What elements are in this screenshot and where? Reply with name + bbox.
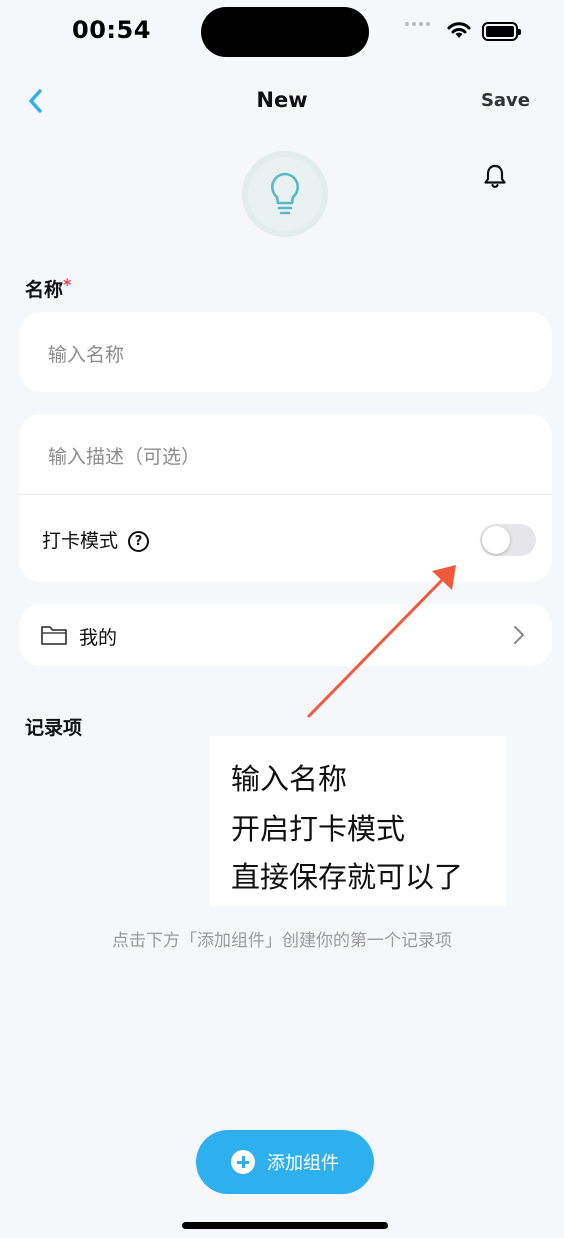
annotation-line-1: 输入名称 — [231, 762, 348, 796]
annotation-arrow — [307, 565, 456, 718]
plus-circle-icon — [231, 1150, 255, 1174]
add-component-button[interactable]: 添加组件 — [196, 1130, 374, 1194]
records-empty-hint: 点击下方「添加组件」创建你的第一个记录项 — [112, 931, 452, 951]
annotation-box: 输入名称 开启打卡模式 直接保存就可以了 — [210, 736, 506, 906]
home-indicator — [182, 1222, 388, 1229]
add-component-label: 添加组件 — [267, 1153, 339, 1174]
annotation-line-2: 开启打卡模式 — [231, 812, 406, 846]
annotation-line-3: 直接保存就可以了 — [231, 860, 464, 894]
